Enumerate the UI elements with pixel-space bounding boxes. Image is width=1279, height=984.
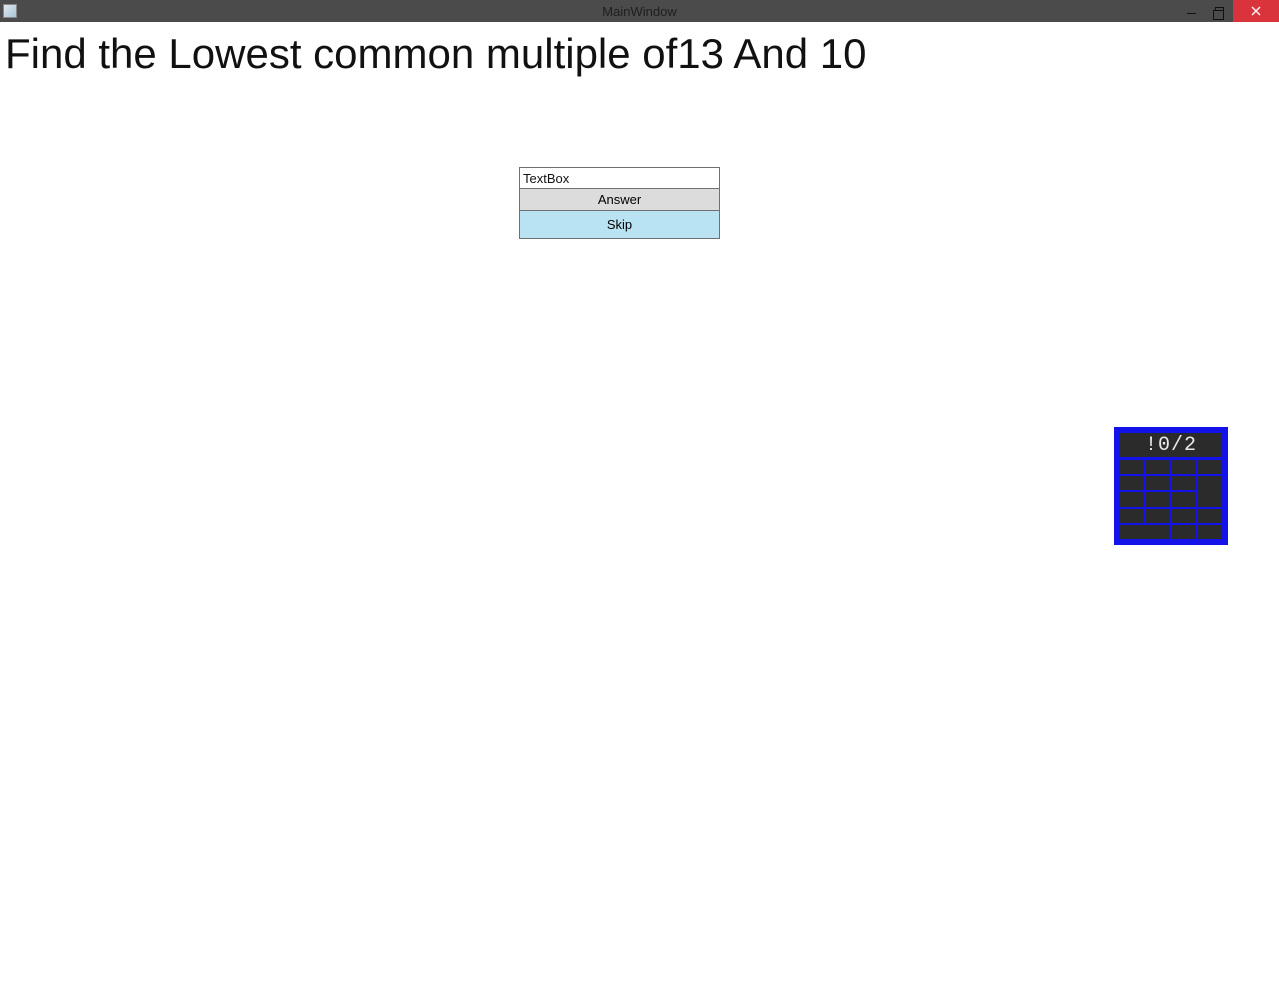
calculator-key[interactable] — [1120, 509, 1144, 523]
calculator-key[interactable] — [1198, 476, 1222, 506]
calculator-key[interactable] — [1146, 460, 1170, 474]
answer-panel: TextBox Answer Skip — [519, 167, 720, 239]
close-button[interactable] — [1233, 0, 1279, 22]
window-titlebar: MainWindow — [0, 0, 1279, 22]
close-icon — [1251, 6, 1261, 16]
content-area: Find the Lowest common multiple of13 And… — [0, 22, 1279, 984]
answer-button[interactable]: Answer — [519, 189, 720, 211]
calculator-key[interactable] — [1172, 460, 1196, 474]
calculator-key[interactable] — [1198, 509, 1222, 523]
question-text: Find the Lowest common multiple of13 And… — [5, 30, 867, 78]
maximize-button[interactable] — [1205, 0, 1233, 22]
skip-button[interactable]: Skip — [519, 211, 720, 239]
calculator-key[interactable] — [1120, 476, 1144, 490]
calculator-key[interactable] — [1120, 460, 1144, 474]
app-icon — [3, 4, 17, 18]
calculator-key[interactable] — [1120, 492, 1144, 506]
calculator-key[interactable] — [1146, 509, 1170, 523]
calculator-key[interactable] — [1146, 492, 1170, 506]
window-title: MainWindow — [602, 4, 676, 19]
calculator-key[interactable] — [1198, 525, 1222, 539]
window-controls — [1177, 0, 1279, 22]
calculator-key[interactable] — [1146, 476, 1170, 490]
calculator-key[interactable] — [1120, 525, 1170, 539]
answer-input[interactable]: TextBox — [519, 167, 720, 189]
calculator-key[interactable] — [1198, 460, 1222, 474]
calculator-display: !0/2 — [1120, 433, 1222, 457]
calculator-key[interactable] — [1172, 476, 1196, 490]
calculator-widget[interactable]: !0/2 — [1114, 427, 1228, 545]
minimize-button[interactable] — [1177, 0, 1205, 22]
calculator-key[interactable] — [1172, 492, 1196, 506]
calculator-key[interactable] — [1172, 525, 1196, 539]
calculator-keys — [1120, 460, 1222, 539]
calculator-key[interactable] — [1172, 509, 1196, 523]
